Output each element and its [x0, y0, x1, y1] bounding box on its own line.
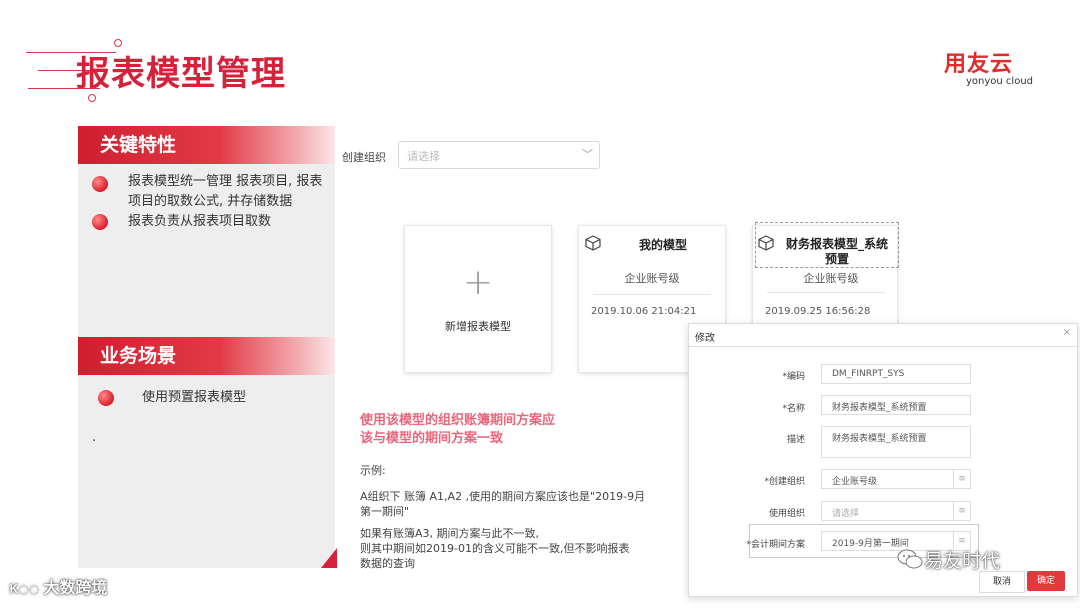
create-org-label: 创建组织	[342, 151, 386, 164]
watermark-left-text: 大数跨境	[43, 578, 108, 597]
left-panel: 关键特性 报表模型统一管理 报表项目, 报表 项目的取数公式, 并存储数据 报表…	[78, 126, 335, 568]
org-select-placeholder: 请选择	[407, 150, 440, 163]
watermark-logo-icon: Ꮶ◌◌	[10, 582, 44, 596]
my-model-date: 2019.10.06 21:04:21	[591, 306, 697, 317]
page-title: 报表模型管理	[76, 54, 286, 94]
bullet-icon	[92, 214, 108, 230]
name-label: *名称	[782, 404, 805, 414]
notice-line2: 该与模型的期间方案一致	[360, 431, 504, 446]
cube-icon	[585, 235, 601, 251]
description-label: 描述	[786, 435, 805, 445]
description-field[interactable]: 财务报表模型_系统预置	[821, 426, 971, 458]
description-value: 财务报表模型_系统预置	[832, 434, 927, 444]
wechat-icon	[897, 549, 923, 569]
system-model-date: 2019.09.25 16:56:28	[765, 306, 871, 317]
code-label: *编码	[782, 372, 805, 382]
notice-line1: 使用该模型的组织账簿期间方案应	[360, 413, 556, 428]
logo-brand: 用友云	[944, 52, 1014, 77]
period-notice: 使用该模型的组织账簿期间方案应 该与模型的期间方案一致	[360, 412, 555, 448]
watermark-right-text: 易友时代	[924, 550, 1001, 572]
code-field[interactable]: DM_FINRPT_SYS	[821, 364, 971, 384]
bullet-icon	[92, 176, 108, 192]
title-deco-dot	[88, 94, 96, 102]
dialog-title: 修改	[695, 333, 715, 344]
watermark-right: 易友时代	[924, 546, 1000, 573]
create-org-select[interactable]: 请选择 ﹀	[398, 141, 600, 169]
my-model-title: 我的模型	[638, 238, 687, 252]
feature-text-line2: 项目的取数公式, 并存储数据	[128, 194, 293, 209]
new-model-label: 新增报表模型	[445, 320, 511, 333]
dialog-divider	[689, 346, 1077, 347]
feature-text-line3: 报表负责从报表项目取数	[128, 214, 272, 229]
stray-dot: .	[92, 430, 97, 445]
list-icon[interactable]: ≡	[953, 470, 970, 488]
watermark-left: Ꮶ◌◌ 大数跨境	[10, 574, 107, 598]
create-org-value: 企业账号级	[832, 477, 878, 487]
system-model-level: 企业账号级	[803, 272, 859, 285]
name-value: 财务报表模型_系统预置	[832, 403, 927, 413]
example-p1-line1: A组织下 账簿 A1,A2 ,使用的期间方案应该也是"2019-9月	[360, 490, 646, 503]
cancel-button[interactable]: 取消	[979, 571, 1025, 593]
close-icon[interactable]: ×	[1063, 327, 1071, 338]
example-p2-line3: 数据的查询	[360, 557, 415, 570]
logo-subtitle: yonyou cloud	[966, 76, 1034, 87]
section-business-scenario-header: 业务场景	[78, 337, 335, 375]
yonyou-logo: 用友云 yonyou cloud	[944, 46, 1033, 87]
edit-dialog: 修改 × *编码 DM_FINRPT_SYS *名称 财务报表模型_系统预置 描…	[688, 323, 1078, 597]
example-p2-line1: 如果有账簿A3, 期间方案与此不一致,	[360, 527, 540, 540]
ok-button[interactable]: 确定	[1027, 571, 1065, 591]
cube-icon	[758, 235, 774, 251]
chevron-down-icon: ﹀	[582, 148, 593, 161]
create-org-field-label: *创建组织	[764, 477, 805, 487]
section-key-features-header: 关键特性	[78, 126, 335, 164]
scenario-text: 使用预置报表模型	[142, 390, 247, 405]
list-icon[interactable]: ≡	[953, 502, 970, 520]
use-org-field[interactable]: 请选择 ≡	[821, 501, 971, 521]
use-org-placeholder: 请选择	[832, 509, 860, 519]
card-divider	[593, 294, 711, 295]
plus-icon: +	[463, 262, 494, 303]
name-field[interactable]: 财务报表模型_系统预置	[821, 395, 971, 415]
system-model-title-line2: 预置	[824, 252, 849, 266]
period-label: *会计期间方案	[746, 540, 805, 550]
example-p2-line2: 则其中期间如2019-01的含义可能不一致,但不影响报表	[360, 542, 630, 555]
create-org-field[interactable]: 企业账号级 ≡	[821, 469, 971, 489]
new-model-card[interactable]: + 新增报表模型	[404, 225, 552, 373]
feature-text-line1: 报表模型统一管理 报表项目, 报表	[128, 174, 323, 189]
use-org-label: 使用组织	[768, 509, 805, 519]
my-model-level: 企业账号级	[624, 272, 680, 285]
bullet-icon	[98, 390, 114, 406]
code-value: DM_FINRPT_SYS	[832, 369, 905, 379]
system-model-card[interactable]: 财务报表模型_系统 预置 企业账号级 2019.09.25 16:56:28	[752, 222, 899, 325]
card-divider	[767, 292, 885, 293]
example-p1-line2: 第一期间"	[360, 505, 410, 518]
corner-triangle	[321, 548, 337, 568]
example-label: 示例:	[360, 464, 386, 477]
